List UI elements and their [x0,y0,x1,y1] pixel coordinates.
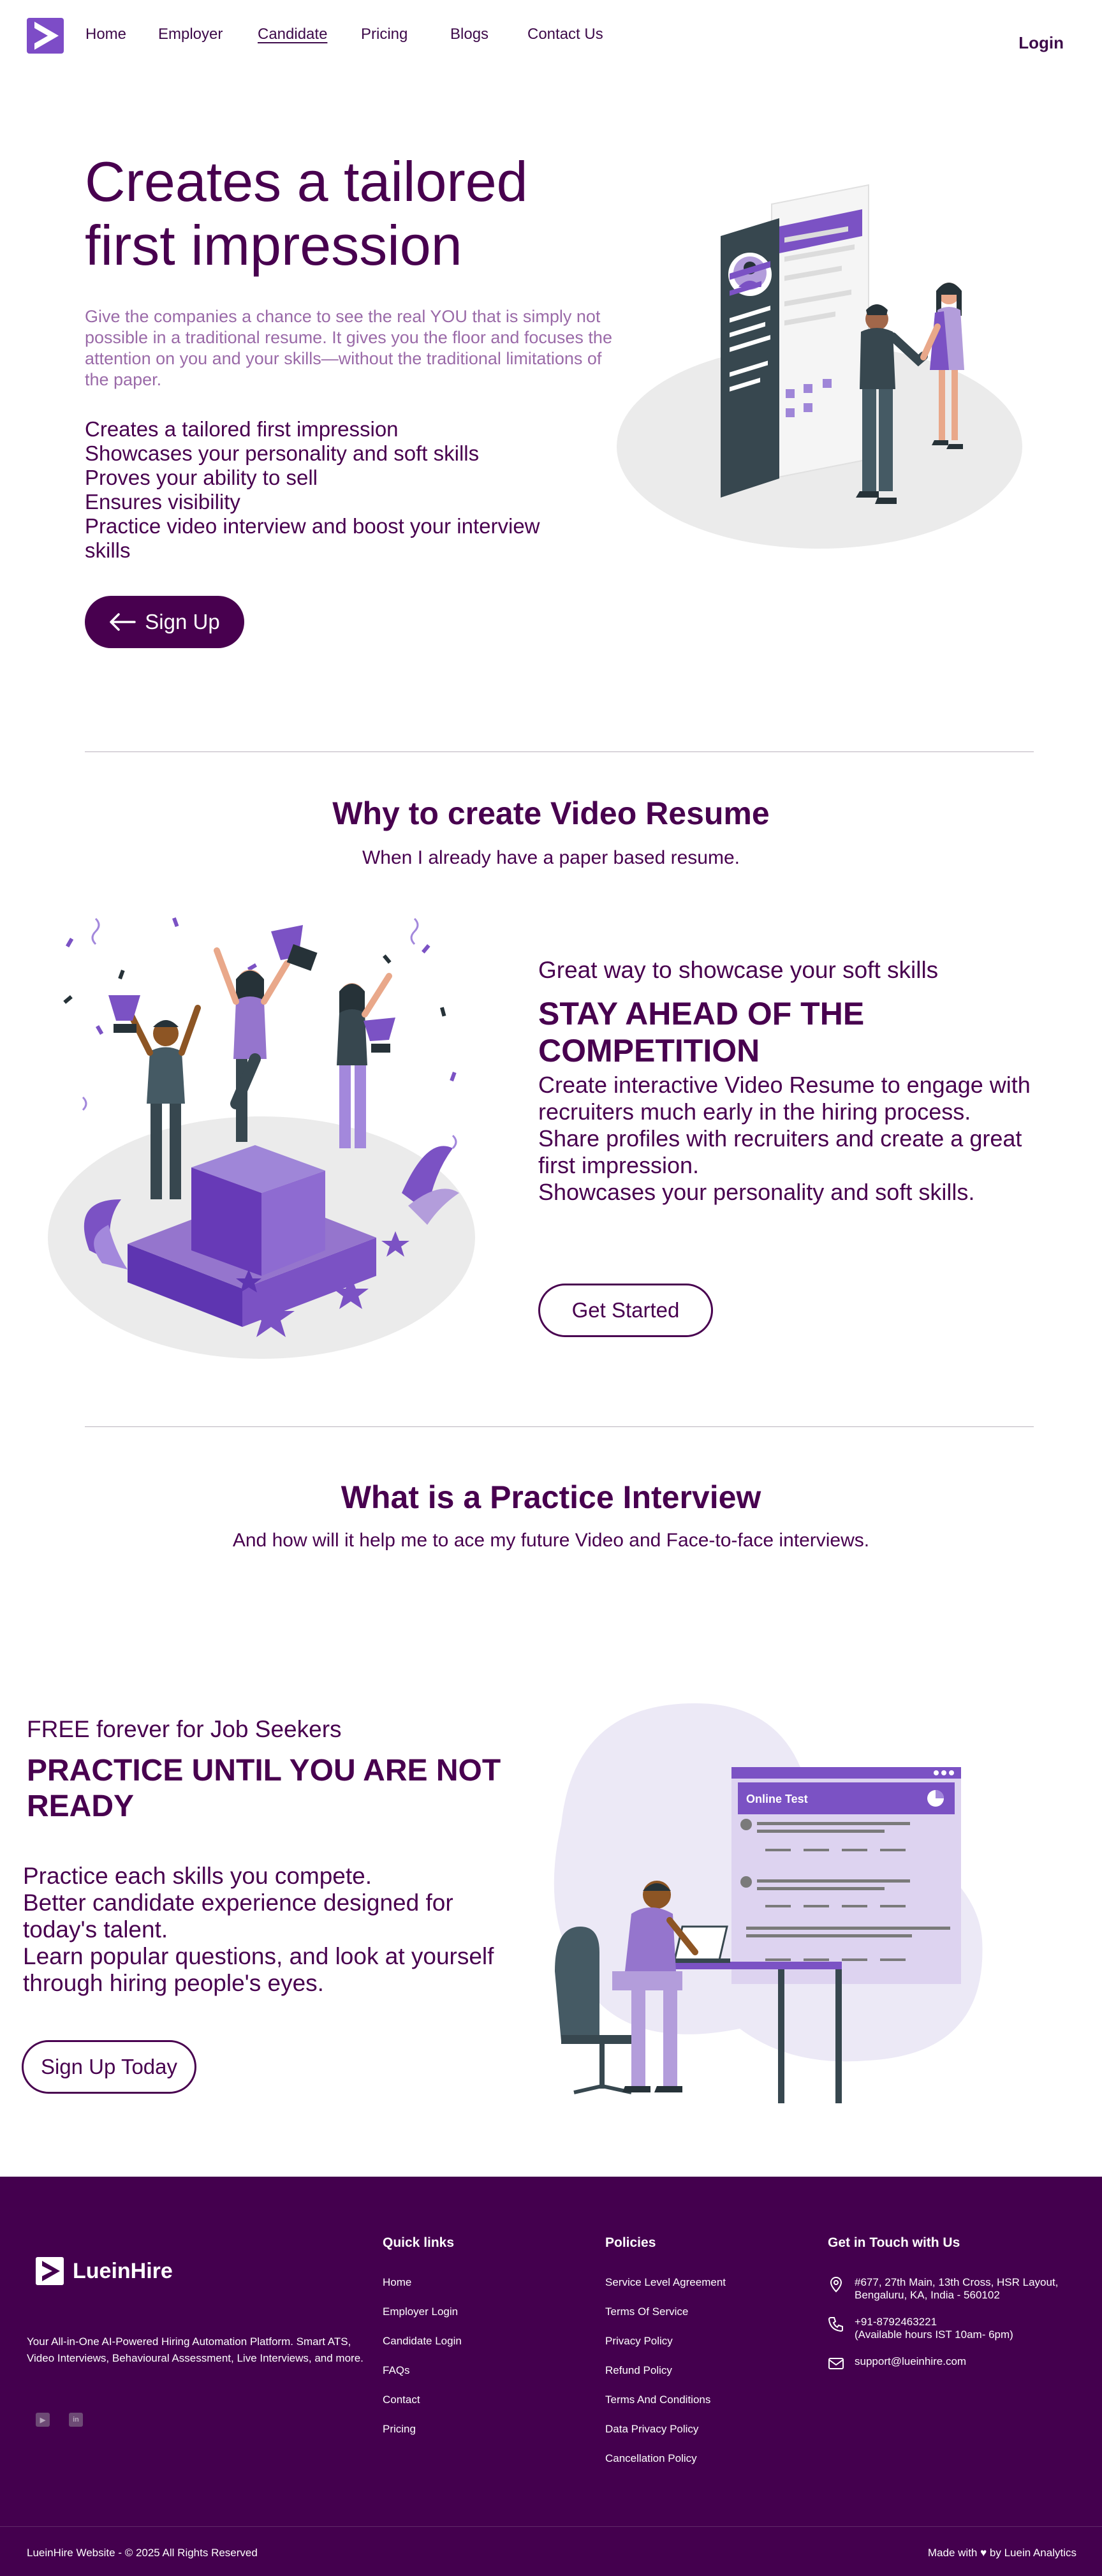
list-item: Showcases your personality and soft skil… [538,1179,975,1205]
practice-heading: PRACTICE UNTIL YOU ARE NOT READY [27,1754,501,1823]
quick-links-title: Quick links [383,2235,455,2250]
phone-icon [828,2317,843,2332]
list-item: Creates a tailored first impression [85,417,399,441]
nav-pricing[interactable]: Pricing [361,26,450,43]
why-heading: STAY AHEAD OF THE COMPETITION [538,996,865,1069]
copyright: LueinHire Website - © 2025 All Rights Re… [27,2547,258,2559]
sign-up-button[interactable]: Sign Up [85,596,244,648]
winners-podium-illustration [48,917,475,1359]
practice-interview-subtitle: And how will it help me to ace my future… [232,1530,870,1551]
hero-benefits-list: Creates a tailored first impression Show… [85,417,582,563]
footer-brand[interactable]: LueinHire [36,2257,173,2285]
list-item: Practice each skills you compete. [23,1863,372,1889]
footer-link-pricing[interactable]: Pricing [383,2423,462,2452]
login-link[interactable]: Login [1018,33,1064,53]
nav-links: Home Employer Candidate Pricing Blogs Co… [85,26,603,43]
play-logo-icon [34,22,59,50]
contact-address: #677, 27th Main, 13th Cross, HSR Layout,… [828,2276,1083,2302]
online-test-illustration: Online Test [554,1703,983,2103]
footer-policies: Policies Service Level Agreement Terms O… [605,2235,726,2482]
nav-employer[interactable]: Employer [158,26,258,43]
footer-link-candidate-login[interactable]: Candidate Login [383,2335,462,2364]
section-divider [85,1426,1034,1427]
section-divider [85,751,1034,752]
sign-up-label: Sign Up [145,610,220,633]
brand-logo[interactable] [27,18,64,54]
youtube-icon[interactable]: ▶ [36,2413,50,2427]
sign-up-today-button[interactable]: Sign Up Today [22,2040,196,2094]
policies-title: Policies [605,2235,656,2250]
play-logo-icon [36,2257,64,2285]
list-item: Share profiles with recruiters and creat… [538,1125,1022,1178]
list-item: Practice video interview and boost your … [85,514,540,562]
footer-divider [0,2526,1102,2527]
why-benefits-list: Create interactive Video Resume to engag… [538,1072,1036,1206]
nav-candidate[interactable]: Candidate [258,26,361,43]
contact-email: support@lueinhire.com [828,2355,1083,2372]
footer-link-privacy-policy[interactable]: Privacy Policy [605,2335,726,2364]
footer-link-sla[interactable]: Service Level Agreement [605,2276,726,2306]
footer-link-cancellation-policy[interactable]: Cancellation Policy [605,2452,726,2482]
footer-brand-name: LueinHire [73,2258,173,2283]
list-item: Ensures visibility [85,490,240,514]
address-text: #677, 27th Main, 13th Cross, HSR Layout,… [855,2276,1059,2301]
phone-text[interactable]: +91-8792463221 (Available hours IST 10am… [855,2316,1013,2341]
list-item: Create interactive Video Resume to engag… [538,1072,1031,1125]
linkedin-icon[interactable]: in [69,2413,83,2427]
nav-home[interactable]: Home [85,26,158,43]
footer-link-refund-policy[interactable]: Refund Policy [605,2364,726,2394]
footer-contact: Get in Touch with Us #677, 27th Main, 13… [828,2235,1083,2386]
site-footer: LueinHire Your All-in-One AI-Powered Hir… [0,2177,1102,2576]
list-item: Showcases your personality and soft skil… [85,441,480,465]
mail-icon [828,2358,844,2369]
footer-link-terms-and-conditions[interactable]: Terms And Conditions [605,2394,726,2423]
list-item: Proves your ability to sell [85,466,318,489]
top-navigation: Home Employer Candidate Pricing Blogs Co… [0,0,1102,71]
practice-benefits-list: Practice each skills you compete. Better… [23,1863,533,1997]
footer-link-faqs[interactable]: FAQs [383,2364,462,2394]
footer-link-home[interactable]: Home [383,2276,462,2306]
email-text[interactable]: support@lueinhire.com [855,2355,966,2368]
footer-link-terms-of-service[interactable]: Terms Of Service [605,2306,726,2335]
hero-title: Creates a tailored first impression [85,150,528,277]
contact-title: Get in Touch with Us [828,2235,960,2250]
list-item: Better candidate experience designed for… [23,1890,453,1943]
why-video-resume-subtitle: When I already have a paper based resume… [362,847,740,868]
contact-phone: +91-8792463221 (Available hours IST 10am… [828,2316,1083,2341]
footer-link-data-privacy-policy[interactable]: Data Privacy Policy [605,2423,726,2452]
arrow-left-icon [110,613,136,631]
practice-kicker: FREE forever for Job Seekers [27,1716,342,1742]
get-started-button[interactable]: Get Started [538,1284,713,1337]
why-kicker: Great way to showcase your soft skills [538,957,939,983]
nav-contact-us[interactable]: Contact Us [527,26,603,43]
social-links: ▶ in [36,2413,102,2427]
footer-link-employer-login[interactable]: Employer Login [383,2306,462,2335]
hero-description: Give the companies a chance to see the r… [85,307,612,389]
resume-handshake-illustration [617,184,1022,549]
location-icon [830,2276,842,2293]
footer-quick-links: Quick links Home Employer Login Candidat… [383,2235,462,2452]
nav-blogs[interactable]: Blogs [450,26,527,43]
why-video-resume-title: Why to create Video Resume [332,796,770,831]
practice-interview-title: What is a Practice Interview [341,1479,761,1515]
footer-link-contact[interactable]: Contact [383,2394,462,2423]
online-test-label: Online Test [746,1793,808,1805]
footer-tagline: Your All-in-One AI-Powered Hiring Automa… [27,2335,364,2364]
list-item: Learn popular questions, and look at you… [23,1943,494,1996]
made-with: Made with ♥ by Luein Analytics [927,2547,1076,2559]
